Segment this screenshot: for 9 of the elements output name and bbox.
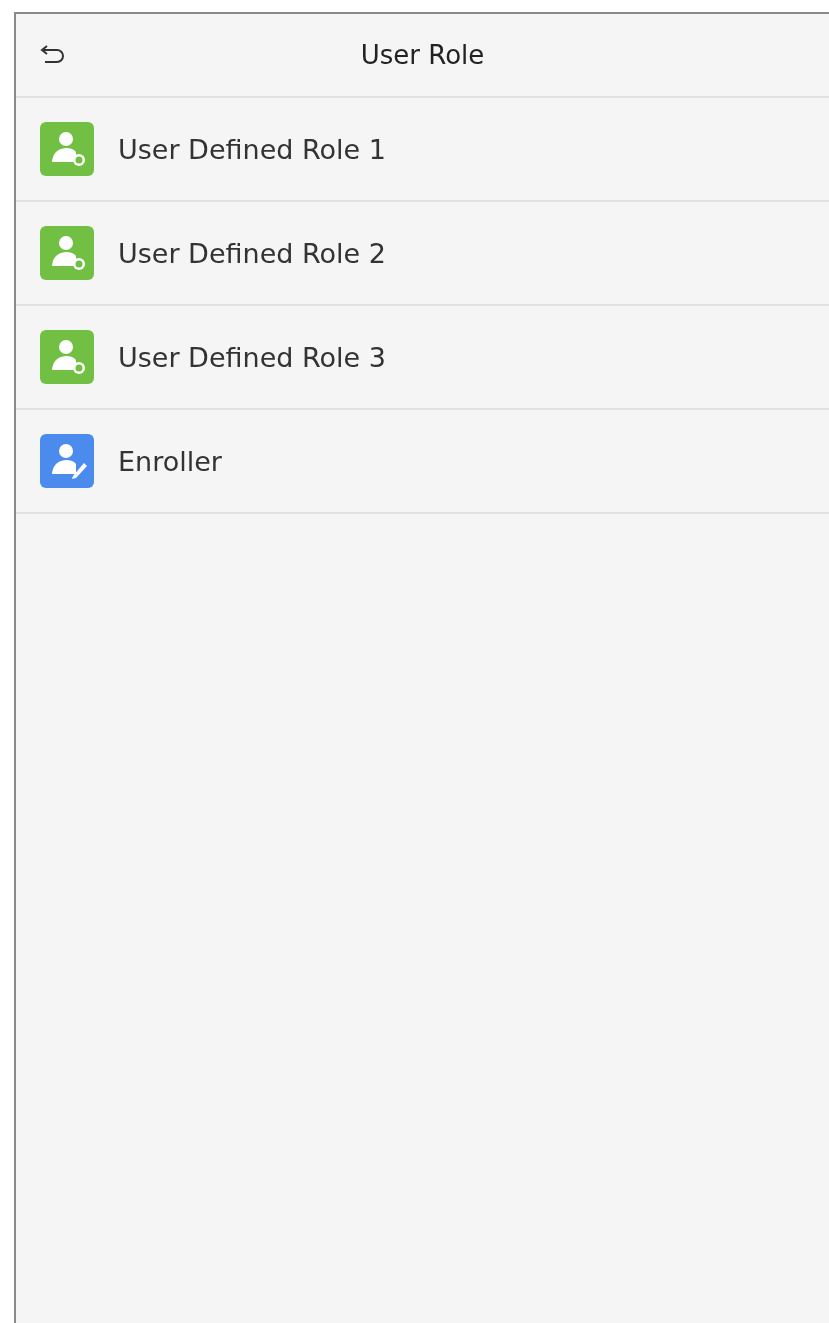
role-item[interactable]: User Defined Role 1 [16, 98, 829, 202]
user-pen-icon [40, 434, 94, 488]
screen-title: User Role [360, 40, 485, 70]
user-number-icon [40, 330, 94, 384]
role-item[interactable]: Enroller [16, 410, 829, 514]
role-item[interactable]: User Defined Role 2 [16, 202, 829, 306]
role-item[interactable]: User Defined Role 3 [16, 306, 829, 410]
user-number-icon [40, 122, 94, 176]
user-number-icon [40, 226, 94, 280]
